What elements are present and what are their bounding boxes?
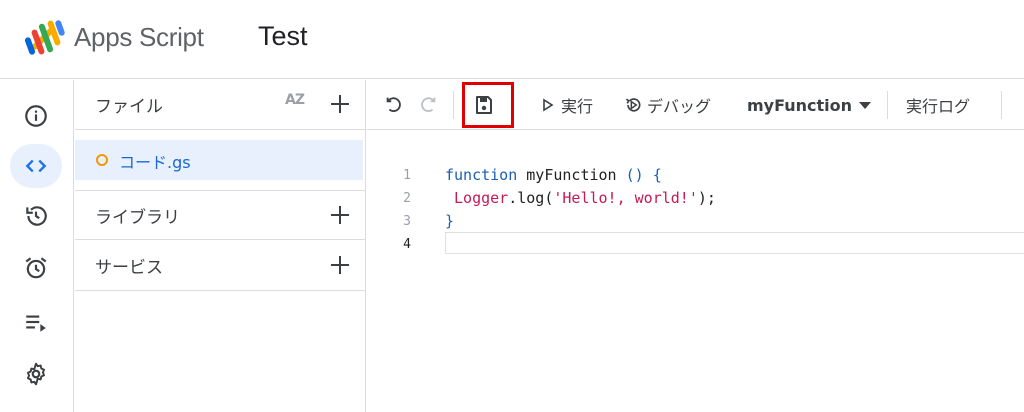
- project-title[interactable]: Test: [258, 21, 308, 52]
- code-bracket: }: [445, 212, 455, 230]
- play-icon: [543, 98, 554, 112]
- run-label: 実行: [561, 97, 594, 116]
- rail-triggers-button[interactable]: [10, 246, 62, 290]
- files-panel: ファイル AZ コード.gs ライブラリ サービス: [75, 80, 366, 412]
- files-title: ファイル: [95, 97, 163, 117]
- info-icon: [25, 105, 47, 127]
- function-select-value: myFunction: [747, 95, 853, 115]
- code-editor[interactable]: 1 2 3 4 function myFunction () { Logger.…: [367, 131, 1024, 412]
- gear-icon: [27, 362, 45, 386]
- services-header: サービス: [75, 241, 366, 291]
- code-keyword: function: [445, 166, 518, 184]
- execution-log-label: 実行ログ: [906, 97, 971, 116]
- file-name: コード.gs: [119, 153, 191, 172]
- app-title: Apps Script: [74, 22, 204, 52]
- rail-history-button[interactable]: [10, 194, 62, 238]
- code-string: 'Hello!, world!': [553, 189, 698, 207]
- function-select[interactable]: myFunction: [747, 80, 872, 130]
- debug-icon: [625, 98, 641, 112]
- line-number: 2: [403, 191, 411, 206]
- line-number: 4: [403, 237, 411, 252]
- rail-overview-button[interactable]: [10, 94, 62, 138]
- code-end: );: [697, 189, 716, 207]
- line-numbers: 1 2 3 4: [387, 164, 411, 256]
- line-number: 1: [403, 168, 411, 183]
- undo-button[interactable]: [383, 80, 405, 130]
- debug-label: デバッグ: [647, 97, 712, 116]
- add-library-icon[interactable]: [328, 203, 352, 227]
- undo-icon: [386, 97, 401, 112]
- code-icon: [25, 159, 47, 173]
- services-title: サービス: [95, 258, 163, 278]
- toolbar-divider: [887, 91, 888, 119]
- rail-editor-button[interactable]: [10, 144, 62, 188]
- chevron-down-icon: [859, 102, 872, 109]
- sort-az-button[interactable]: AZ: [285, 92, 305, 108]
- redo-icon: [421, 97, 436, 112]
- rail-executions-button[interactable]: [10, 300, 62, 344]
- redo-button[interactable]: [417, 80, 439, 130]
- toolbar-divider: [1001, 91, 1002, 119]
- code-object: Logger: [445, 189, 509, 207]
- run-button[interactable]: 実行: [541, 80, 593, 130]
- top-bar: Apps Script Test: [0, 0, 1024, 79]
- add-file-icon[interactable]: [328, 92, 352, 116]
- nav-rail: [0, 80, 74, 412]
- save-highlight-box: [462, 82, 514, 128]
- execution-log-button[interactable]: 実行ログ: [906, 80, 970, 130]
- alarm-icon: [25, 257, 47, 279]
- code-function-name: myFunction: [517, 166, 617, 184]
- playlist-play-icon: [26, 315, 46, 332]
- file-item[interactable]: コード.gs: [75, 140, 363, 180]
- code-line: Logger.log('Hello!, world!');: [445, 187, 716, 210]
- libraries-header: ライブラリ: [75, 190, 366, 240]
- code-content[interactable]: function myFunction () { Logger.log('Hel…: [445, 164, 716, 256]
- libraries-title: ライブラリ: [95, 208, 180, 228]
- code-method: .log(: [508, 189, 554, 207]
- code-line: function myFunction () {: [445, 164, 716, 187]
- files-header: ファイル AZ: [75, 80, 366, 130]
- apps-script-logo[interactable]: [24, 17, 66, 59]
- code-bracket: () {: [625, 166, 662, 184]
- line-number: 3: [403, 214, 411, 229]
- rail-settings-button[interactable]: [10, 352, 62, 396]
- debug-button[interactable]: デバッグ: [623, 80, 711, 130]
- code-line: }: [445, 210, 716, 233]
- toolbar-divider: [453, 91, 454, 119]
- add-service-icon[interactable]: [328, 253, 352, 277]
- unsaved-indicator-icon: [96, 154, 108, 166]
- history-icon: [26, 206, 47, 226]
